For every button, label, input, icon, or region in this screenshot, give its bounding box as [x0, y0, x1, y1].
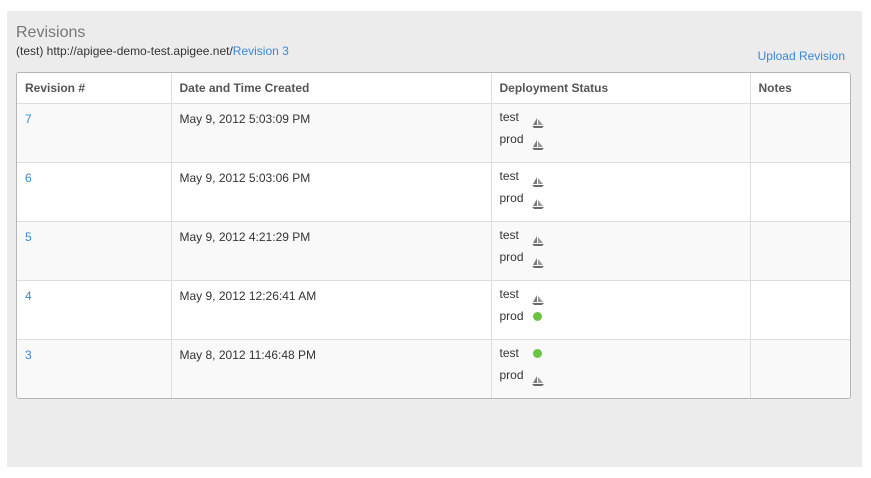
deployment-entry: test — [500, 165, 750, 187]
table-row: 3 May 8, 2012 11:46:48 PM test prod — [17, 339, 851, 398]
ship-icon[interactable] — [531, 231, 544, 246]
table-header-row: Revision # Date and Time Created Deploym… — [17, 73, 850, 104]
environment-label: test — [499, 110, 519, 124]
deployment-entry: prod — [500, 305, 750, 327]
created-date: May 9, 2012 5:03:06 PM — [179, 171, 311, 185]
ship-icon[interactable] — [531, 371, 544, 386]
notes-cell — [749, 103, 851, 163]
revisions-table-container: Revision # Date and Time Created Deploym… — [16, 72, 851, 399]
upload-revision-link[interactable]: Upload Revision — [758, 49, 845, 63]
ship-icon[interactable] — [531, 290, 544, 305]
created-date: May 9, 2012 4:21:29 PM — [179, 230, 311, 244]
environment-label: test — [499, 287, 519, 301]
revision-link[interactable]: 6 — [25, 163, 171, 185]
created-cell: May 9, 2012 12:26:41 AM — [170, 280, 491, 340]
header-date-created: Date and Time Created — [170, 73, 491, 104]
revisions-table: Revision # Date and Time Created Deploym… — [17, 73, 850, 398]
environment-label: prod — [499, 250, 524, 264]
header-revision-number: Revision # — [17, 73, 171, 104]
ship-icon[interactable] — [531, 253, 544, 268]
environment-label: prod — [499, 132, 524, 146]
notes-cell — [749, 339, 851, 398]
deployment-cell: test prod — [490, 280, 750, 340]
deployment-entry: test — [500, 283, 750, 305]
table-row: 5 May 9, 2012 4:21:29 PM test prod — [17, 221, 851, 281]
notes-text — [759, 104, 851, 112]
revisions-panel: Revisions (test) http://apigee-demo-test… — [7, 11, 862, 467]
revision-link[interactable]: 3 — [25, 340, 171, 362]
environment-label: test — [499, 346, 519, 360]
deployment-entry: prod — [500, 246, 750, 268]
deployed-dot-icon — [532, 349, 542, 359]
revision-link[interactable]: 4 — [25, 281, 171, 303]
revision-cell: 7 — [17, 103, 171, 163]
table-row: 7 May 9, 2012 5:03:09 PM test prod — [17, 103, 851, 163]
revision-cell: 4 — [17, 280, 171, 340]
environment-label: prod — [499, 191, 524, 205]
environment-label: prod — [499, 368, 524, 382]
environment-url: (test) http://apigee-demo-test.apigee.ne… — [16, 44, 233, 58]
header-notes: Notes — [749, 73, 850, 104]
deployment-cell: test prod — [490, 162, 750, 222]
created-cell: May 9, 2012 4:21:29 PM — [170, 221, 491, 281]
notes-text — [759, 281, 851, 289]
revision-cell: 3 — [17, 339, 171, 398]
notes-cell — [749, 162, 851, 222]
created-cell: May 9, 2012 5:03:09 PM — [170, 103, 491, 163]
revision-cell: 5 — [17, 221, 171, 281]
revision-link[interactable]: 7 — [25, 104, 171, 126]
notes-text — [759, 222, 851, 230]
ship-icon[interactable] — [531, 113, 544, 128]
deployment-entry: test — [500, 106, 750, 128]
revision-cell: 6 — [17, 162, 171, 222]
table-row: 6 May 9, 2012 5:03:06 PM test prod — [17, 162, 851, 222]
revision-link[interactable]: 5 — [25, 222, 171, 244]
deployment-cell: test prod — [490, 221, 750, 281]
ship-icon[interactable] — [531, 135, 544, 150]
created-cell: May 8, 2012 11:46:48 PM — [170, 339, 491, 398]
deployed-dot-icon — [532, 312, 542, 322]
current-revision-link[interactable]: Revision 3 — [233, 44, 289, 58]
deployment-entry: prod — [500, 364, 750, 386]
environment-label: prod — [499, 309, 524, 323]
ship-icon[interactable] — [531, 172, 544, 187]
deployment-entry: test — [500, 224, 750, 246]
notes-cell — [749, 280, 851, 340]
deployment-entry: prod — [500, 187, 750, 209]
header-deployment-status: Deployment Status — [490, 73, 750, 104]
table-row: 4 May 9, 2012 12:26:41 AM test prod — [17, 280, 851, 340]
created-cell: May 9, 2012 5:03:06 PM — [170, 162, 491, 222]
created-date: May 8, 2012 11:46:48 PM — [179, 348, 317, 362]
environment-label: test — [499, 169, 519, 183]
deployment-cell: test prod — [490, 339, 750, 398]
environment-subtitle: (test) http://apigee-demo-test.apigee.ne… — [16, 44, 289, 58]
notes-cell — [749, 221, 851, 281]
page-title: Revisions — [16, 24, 86, 41]
environment-label: test — [499, 228, 519, 242]
deployment-entry: prod — [500, 128, 750, 150]
created-date: May 9, 2012 5:03:09 PM — [179, 112, 311, 126]
ship-icon[interactable] — [531, 194, 544, 209]
deployment-cell: test prod — [490, 103, 750, 163]
notes-text — [759, 340, 851, 348]
deployment-entry: test — [500, 342, 750, 364]
notes-text — [759, 163, 851, 171]
created-date: May 9, 2012 12:26:41 AM — [179, 289, 317, 303]
